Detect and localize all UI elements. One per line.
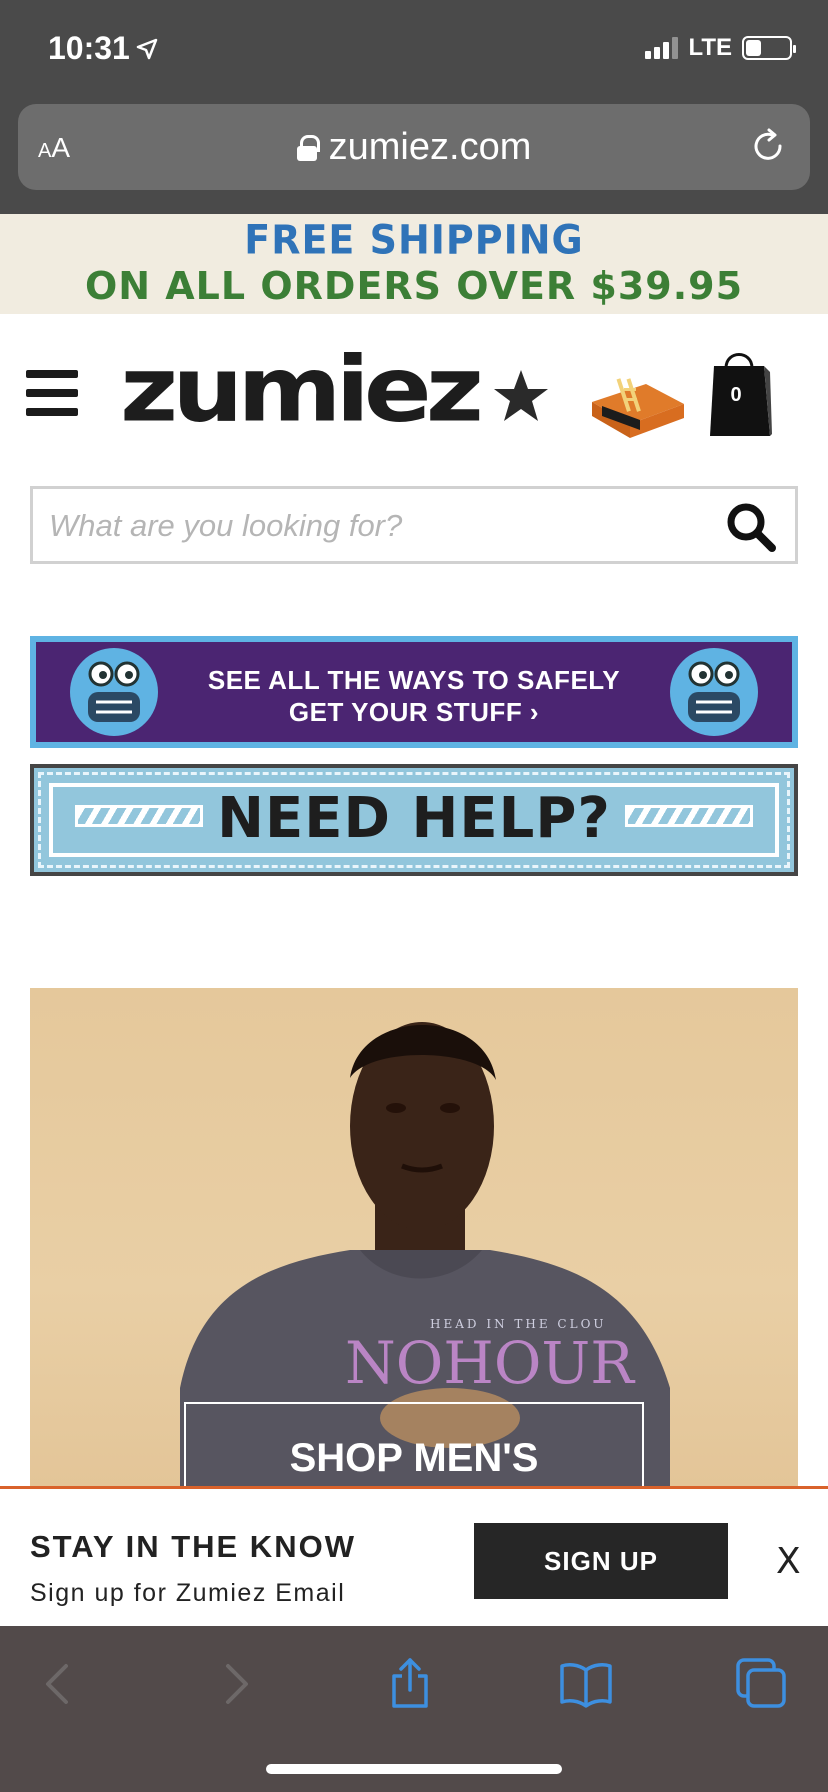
safe-pickup-banner[interactable]: SEE ALL THE WAYS TO SAFELY GET YOUR STUF… [30,636,798,748]
promo-line-2: ON ALL ORDERS OVER $39.95 [84,264,744,308]
mask-face-icon [670,648,758,736]
couch-icon[interactable] [588,376,688,442]
zumiez-logo[interactable]: zumiez [120,345,484,435]
url-text: zumiez.com [328,126,532,168]
sign-up-button[interactable]: SIGN UP [474,1523,728,1599]
network-label: LTE [688,34,732,61]
signal-icon [645,37,679,59]
back-icon[interactable] [30,1656,86,1712]
status-indicators: LTE [645,34,796,62]
tabs-icon[interactable] [734,1656,790,1712]
menu-icon[interactable] [26,370,78,416]
shop-mens-link[interactable]: SHOP MEN'S [30,1436,798,1481]
forward-icon[interactable] [208,1656,264,1712]
safe-pickup-text: SEE ALL THE WAYS TO SAFELY GET YOUR STUF… [156,664,672,728]
home-indicator[interactable] [266,1764,562,1774]
need-help-banner[interactable]: NEED HELP? [30,764,798,876]
svg-text:NOHOUR: NOHOUR [345,1329,636,1397]
need-help-panel: NEED HELP? [34,768,794,872]
need-help-text: NEED HELP? [217,786,611,851]
reload-icon[interactable] [750,128,786,164]
search-input[interactable] [49,501,709,551]
search-box [30,486,798,564]
email-signup-subtitle: Sign up for Zumiez Email [30,1579,346,1607]
lock-icon [296,134,320,161]
hero-image[interactable]: HEAD IN THE CLOU NOHOUR SHOP MEN'S [30,988,798,1488]
promo-line-1: FREE SHIPPING [244,216,584,264]
star-icon[interactable] [492,368,550,424]
free-shipping-banner[interactable]: FREE SHIPPING ON ALL ORDERS OVER $39.95 [0,214,828,314]
browser-chrome: AA zumiez.com [0,100,828,214]
email-signup-bar: STAY IN THE KNOW Sign up for Zumiez Emai… [0,1486,828,1626]
clock-text: 10:31 [48,30,130,66]
bookmarks-icon[interactable] [558,1656,614,1712]
email-signup-title: STAY IN THE KNOW [30,1529,356,1564]
share-icon[interactable] [382,1656,438,1712]
safe-pickup-line-1: SEE ALL THE WAYS TO SAFELY [207,665,621,695]
battery-icon [742,36,796,60]
search-icon[interactable] [725,501,777,553]
status-time: 10:31 [48,30,158,67]
address-bar[interactable]: AA zumiez.com [18,104,810,190]
status-bar: 10:31 LTE [0,0,828,100]
location-arrow-icon [136,38,158,59]
safe-pickup-line-2: GET YOUR STUFF › [288,697,540,727]
close-icon[interactable]: X [776,1541,801,1582]
cart-count: 0 [730,384,742,406]
url-display[interactable]: zumiez.com [18,126,810,169]
mask-face-icon [70,648,158,736]
